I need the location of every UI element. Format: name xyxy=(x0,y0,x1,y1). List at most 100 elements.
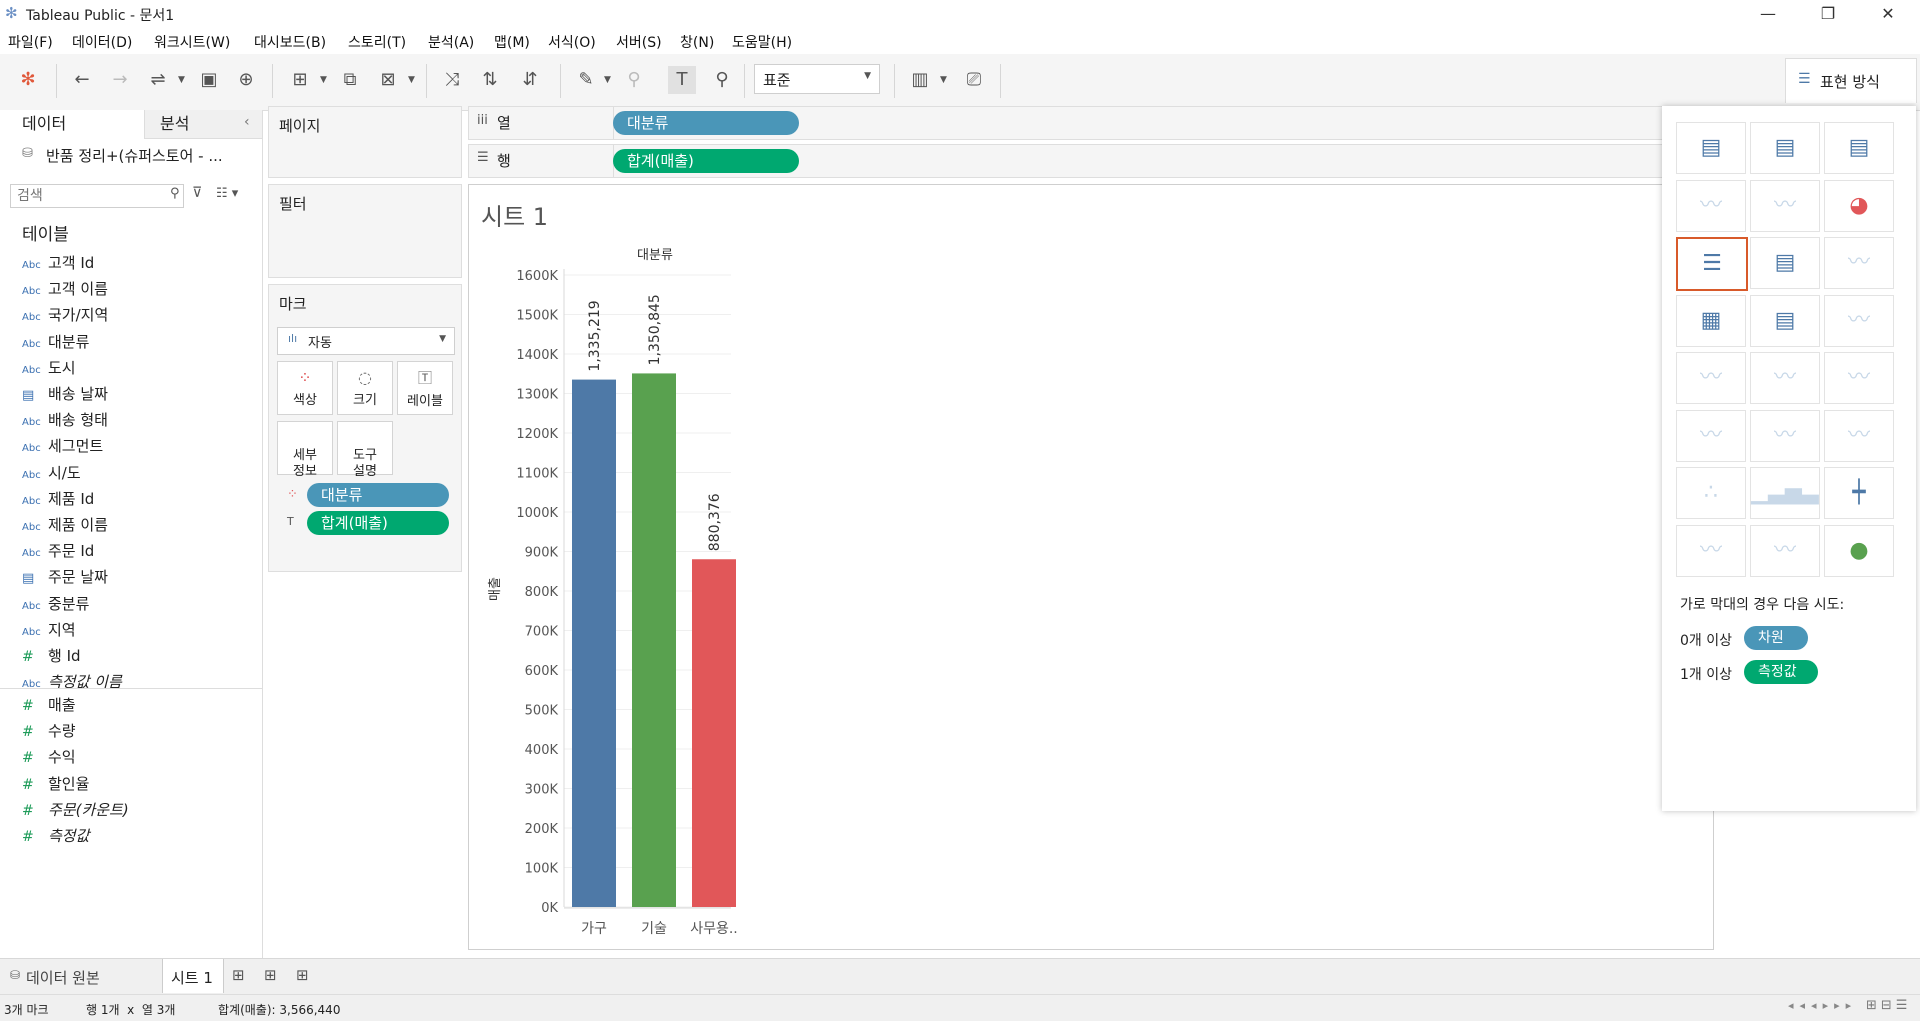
dimension-field[interactable]: ▤ 배송 날짜 xyxy=(22,383,108,407)
redo-icon[interactable]: → xyxy=(106,66,134,94)
menu-story[interactable]: 스토리(T) xyxy=(348,32,406,52)
sheet-navigation-icons[interactable]: ◂◂◂▸▸▸ xyxy=(1788,999,1857,1012)
replay-icon[interactable]: ⇌ xyxy=(144,66,172,94)
gantt-chart-icon[interactable]: 〰 xyxy=(1676,524,1746,577)
highlight-table-icon[interactable]: ▤ xyxy=(1824,122,1894,174)
dimension-field[interactable]: Abc 시/도 xyxy=(22,462,81,486)
new-story-tab-icon[interactable]: ⊞ xyxy=(296,966,309,984)
dimension-field[interactable]: Abc 제품 Id xyxy=(22,488,94,512)
detail-button[interactable]: 세부 정보 xyxy=(277,421,333,479)
discrete-lines-icon[interactable]: 〰 xyxy=(1750,352,1820,404)
new-worksheet-tab-icon[interactable]: ⊞ xyxy=(232,966,245,984)
pie-chart-icon[interactable]: ◕ xyxy=(1824,179,1894,232)
continuous-lines-icon[interactable]: 〰 xyxy=(1676,352,1746,404)
show-mark-labels-icon[interactable]: T xyxy=(668,66,696,94)
tab-datasource[interactable]: ⛁ 데이터 원본 xyxy=(0,959,162,995)
show-me-button[interactable]: ☰ 표현 방식 xyxy=(1785,58,1917,103)
group-icon[interactable]: ⚲ xyxy=(620,66,648,94)
view-options-icon[interactable]: ☷ ▾ xyxy=(216,186,238,201)
label-field-pill[interactable]: 합계(매출) xyxy=(307,511,449,535)
sort-ascending-icon[interactable]: ⇅ xyxy=(476,66,504,94)
dimension-field[interactable]: Abc 지역 xyxy=(22,619,76,643)
dimension-field[interactable]: Abc 고객 이름 xyxy=(22,278,108,302)
undo-icon[interactable]: ← xyxy=(68,66,96,94)
dimension-field[interactable]: Abc 국가/지역 xyxy=(22,304,108,328)
new-datasource-icon[interactable]: ⊕ xyxy=(232,66,260,94)
sort-descending-icon[interactable]: ⇵ xyxy=(516,66,544,94)
cards-icon[interactable]: ▥ xyxy=(906,66,934,94)
dimension-field[interactable]: Abc 대분류 xyxy=(22,331,89,355)
measure-field[interactable]: # 할인율 xyxy=(22,773,89,797)
text-table-icon[interactable]: ▤ xyxy=(1676,122,1746,174)
dual-lines-icon[interactable]: 〰 xyxy=(1824,352,1894,404)
filled-map-icon[interactable]: 〰 xyxy=(1750,179,1820,232)
treemap-icon[interactable]: ▦ xyxy=(1676,294,1746,347)
search-input[interactable] xyxy=(10,184,184,208)
dimension-field[interactable]: Abc 배송 형태 xyxy=(22,409,108,433)
color-button[interactable]: ⁘ 색상 xyxy=(277,361,333,415)
dimension-field[interactable]: Abc 측정값 이름 xyxy=(22,671,122,695)
tab-analysis[interactable]: 분석 xyxy=(160,110,189,138)
dimension-field[interactable]: Abc 도시 xyxy=(22,357,76,381)
menu-worksheet[interactable]: 워크시트(W) xyxy=(154,32,230,52)
save-icon[interactable]: ▣ xyxy=(195,66,223,94)
dimension-field[interactable]: Abc 주문 Id xyxy=(22,540,94,564)
rows-shelf[interactable]: ☰ 행 합계(매출) xyxy=(468,144,1862,178)
close-button[interactable]: ✕ xyxy=(1868,3,1908,25)
color-field-pill[interactable]: 대분류 xyxy=(307,483,449,507)
stacked-bars-icon[interactable]: ▤ xyxy=(1750,237,1820,289)
dimension-field[interactable]: Abc 고객 Id xyxy=(22,252,94,276)
tab-sheet1[interactable]: 시트 1 xyxy=(162,959,224,993)
tooltip-button[interactable]: 도구 설명 xyxy=(337,421,393,479)
clear-sheet-icon[interactable]: ⊠ xyxy=(374,66,402,94)
dimension-field[interactable]: Abc 제품 이름 xyxy=(22,514,108,538)
box-whisker-icon[interactable]: ┿ xyxy=(1824,467,1894,519)
tab-data[interactable]: 데이터 xyxy=(0,110,145,139)
dimension-field[interactable]: # 행 Id xyxy=(22,645,81,669)
pages-card[interactable]: 페이지 xyxy=(268,106,462,178)
dimension-field[interactable]: ▤ 주문 날짜 xyxy=(22,566,108,590)
presentation-mode-icon[interactable]: ⎚ xyxy=(960,66,988,94)
view-toggle-icons[interactable]: ⊞⊟☰ xyxy=(1866,998,1911,1013)
measure-field[interactable]: # 매출 xyxy=(22,694,76,718)
fit-select[interactable]: 표준 ▼ xyxy=(754,64,880,94)
size-button[interactable]: ◌ 크기 xyxy=(337,361,393,415)
measure-field[interactable]: # 수익 xyxy=(22,746,76,770)
mark-type-select[interactable]: ılı 자동 ▼ xyxy=(277,327,455,355)
duplicate-sheet-icon[interactable]: ⧉ xyxy=(336,66,364,94)
area-continuous-icon[interactable]: 〰 xyxy=(1676,409,1746,462)
swap-axes-icon[interactable]: ⤨ xyxy=(438,66,466,94)
datasource-name[interactable]: 반품 정리+(슈퍼스토어 - ... xyxy=(46,145,223,166)
heat-map-icon[interactable]: ▤ xyxy=(1750,122,1820,174)
label-button[interactable]: 🅃 레이블 xyxy=(397,361,453,415)
minimize-button[interactable]: — xyxy=(1748,3,1788,25)
new-worksheet-icon[interactable]: ⊞ xyxy=(286,66,314,94)
histogram-icon[interactable]: ▁▃▅▃ xyxy=(1750,467,1820,519)
rows-pill[interactable]: 합계(매출) xyxy=(613,149,799,173)
menu-window[interactable]: 창(N) xyxy=(680,32,714,52)
filter-icon[interactable]: ⊽ xyxy=(192,185,202,201)
area-discrete-icon[interactable]: 〰 xyxy=(1750,409,1820,462)
symbol-map-icon[interactable]: 〰 xyxy=(1676,179,1746,232)
side-by-side-circles-icon[interactable]: 〰 xyxy=(1824,294,1894,347)
tableau-home-icon[interactable]: ✻ xyxy=(14,66,42,94)
horizontal-bars-icon[interactable]: ☰ xyxy=(1676,237,1748,291)
scatter-plot-icon[interactable]: ∴ xyxy=(1676,467,1746,519)
menu-format[interactable]: 서식(O) xyxy=(548,32,596,52)
menu-file[interactable]: 파일(F) xyxy=(8,32,53,52)
maximize-button[interactable]: ❐ xyxy=(1808,3,1848,25)
columns-pill[interactable]: 대분류 xyxy=(613,111,799,135)
bullet-graph-icon[interactable]: 〰 xyxy=(1750,524,1820,577)
menu-server[interactable]: 서버(S) xyxy=(616,32,662,52)
measure-field[interactable]: # 측정값 xyxy=(22,825,89,849)
measure-field[interactable]: # 수량 xyxy=(22,720,76,744)
collapse-pane-icon[interactable]: ‹ xyxy=(244,114,250,130)
dimension-field[interactable]: Abc 세그먼트 xyxy=(22,435,103,459)
menu-help[interactable]: 도움말(H) xyxy=(732,32,792,52)
circle-view-icon[interactable]: ▤ xyxy=(1750,294,1820,347)
side-by-side-bars-icon[interactable]: 〰 xyxy=(1824,237,1894,289)
filters-card[interactable]: 필터 xyxy=(268,184,462,278)
packed-bubbles-icon[interactable]: ● xyxy=(1824,524,1894,577)
new-dashboard-tab-icon[interactable]: ⊞ xyxy=(264,966,277,984)
menu-analysis[interactable]: 분석(A) xyxy=(428,32,474,52)
